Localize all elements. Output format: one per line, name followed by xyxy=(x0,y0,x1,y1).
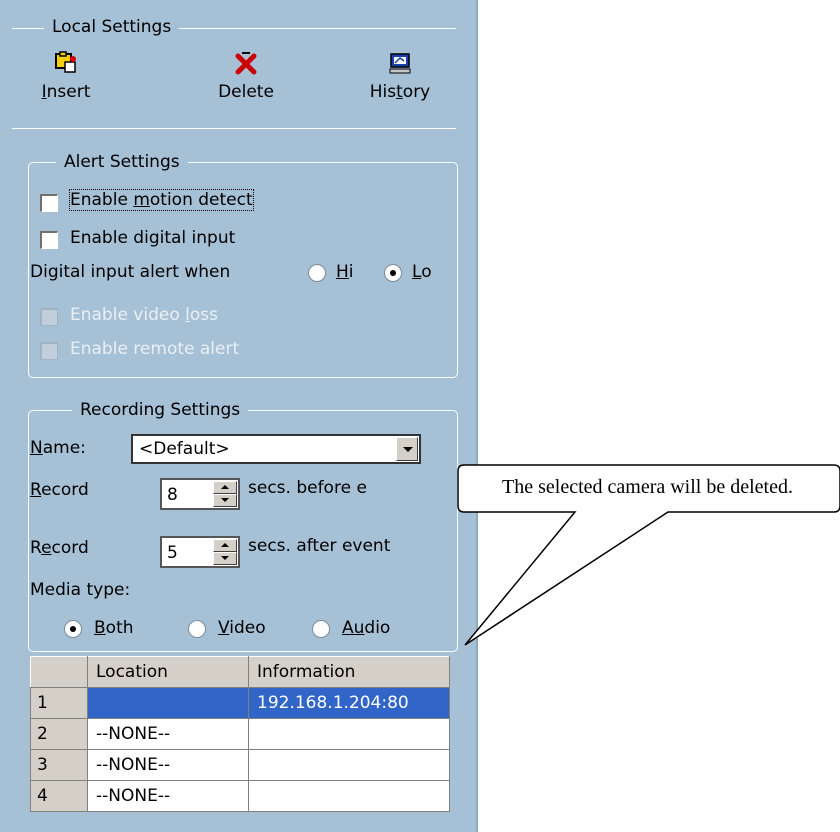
callout-text: The selected camera will be deleted. xyxy=(502,476,793,498)
callout-bubble xyxy=(457,464,840,646)
